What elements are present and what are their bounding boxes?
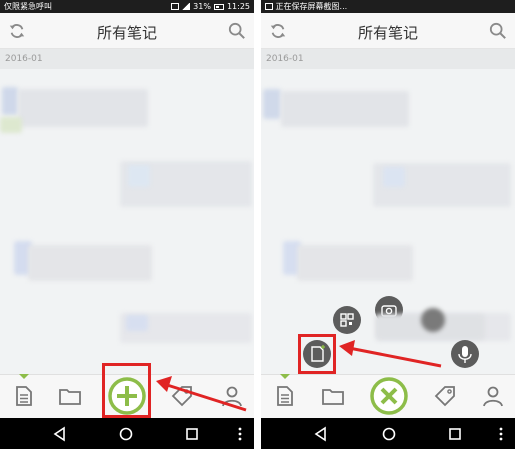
status-bar: 仅限紧急呼叫 31% 11:25 <box>0 0 254 13</box>
status-bar: 正在保存屏幕截图... <box>261 0 515 13</box>
battery-icon <box>213 3 224 10</box>
screen-left: 仅限紧急呼叫 31% 11:25 所有笔记 2016-01 <box>0 0 254 449</box>
notes-icon[interactable] <box>12 384 36 408</box>
user-icon[interactable] <box>481 384 505 408</box>
note-item[interactable] <box>281 91 409 127</box>
status-text: 正在保存屏幕截图... <box>275 2 348 11</box>
system-nav-bar <box>261 418 515 449</box>
voice-note-button[interactable] <box>451 340 479 368</box>
note-list <box>0 69 254 374</box>
recents-icon[interactable] <box>447 426 463 442</box>
page-title: 所有笔记 <box>357 24 418 42</box>
note-item[interactable] <box>0 117 22 133</box>
home-icon[interactable] <box>381 426 397 442</box>
signal-icon <box>182 3 191 10</box>
menu-item[interactable] <box>421 308 445 332</box>
note-item[interactable] <box>128 165 150 187</box>
qr-scan-button[interactable] <box>333 306 361 334</box>
active-tab-indicator <box>280 374 290 379</box>
annotation-arrow <box>156 376 247 412</box>
qr-code-icon <box>340 313 354 327</box>
system-nav-bar <box>0 418 254 449</box>
note-item[interactable] <box>28 245 152 281</box>
active-tab-indicator <box>19 374 29 379</box>
note-item[interactable] <box>383 167 405 187</box>
app-header: 所有笔记 <box>0 13 254 49</box>
more-icon[interactable] <box>493 426 509 442</box>
annotation-box <box>298 334 336 374</box>
tag-icon[interactable] <box>433 384 457 408</box>
search-icon[interactable] <box>489 22 507 40</box>
more-icon[interactable] <box>232 426 248 442</box>
recents-icon[interactable] <box>184 426 200 442</box>
battery-percent: 31% <box>193 2 211 11</box>
date-section-header: 2016-01 <box>0 49 254 69</box>
note-item[interactable] <box>297 245 413 281</box>
status-icons: 31% 11:25 <box>171 0 250 13</box>
note-item[interactable] <box>263 89 281 119</box>
back-icon[interactable] <box>313 426 329 442</box>
clock: 11:25 <box>226 2 250 11</box>
note-item[interactable] <box>126 315 148 331</box>
screen-right: 正在保存屏幕截图... 所有笔记 2016-01 <box>261 0 515 449</box>
search-icon[interactable] <box>228 22 246 40</box>
app-header: 所有笔记 <box>261 13 515 49</box>
carrier-text: 仅限紧急呼叫 <box>4 2 52 11</box>
notes-icon[interactable] <box>273 384 297 408</box>
status-message: 正在保存屏幕截图... <box>265 0 347 13</box>
back-icon[interactable] <box>52 426 68 442</box>
note-item[interactable] <box>18 89 148 127</box>
annotation-box <box>102 363 151 418</box>
home-icon[interactable] <box>118 426 134 442</box>
close-menu-button[interactable] <box>369 376 409 416</box>
folder-icon[interactable] <box>58 384 82 408</box>
microphone-icon <box>458 346 472 363</box>
annotation-arrow <box>339 340 442 368</box>
folder-icon[interactable] <box>321 384 345 408</box>
note-item[interactable] <box>2 87 18 115</box>
date-section-header: 2016-01 <box>261 49 515 69</box>
screenshot-icon <box>265 3 273 10</box>
page-title: 所有笔记 <box>96 24 157 42</box>
notification-icon <box>171 3 180 10</box>
